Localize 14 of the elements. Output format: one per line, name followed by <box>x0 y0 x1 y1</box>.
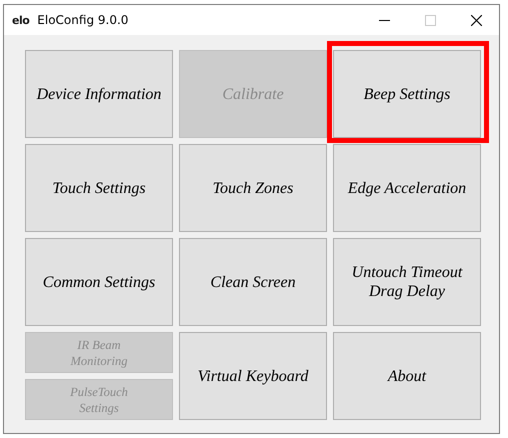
menu-button[interactable]: Virtual Keyboard <box>179 332 327 420</box>
menu-button[interactable]: Edge Acceleration <box>333 144 481 232</box>
window-title: EloConfig 9.0.0 <box>37 13 130 27</box>
menu-button[interactable]: Clean Screen <box>179 238 327 326</box>
maximize-icon <box>424 14 436 26</box>
menu-button[interactable]: Beep Settings <box>333 50 481 138</box>
menu-button[interactable]: Untouch Timeout Drag Delay <box>333 238 481 326</box>
menu-button[interactable]: Common Settings <box>25 238 173 326</box>
close-icon <box>470 14 482 26</box>
menu-button[interactable]: Device Information <box>25 50 173 138</box>
app-logo: elo <box>12 14 30 26</box>
menu-button[interactable]: Touch Zones <box>179 144 327 232</box>
menu-button[interactable]: Touch Settings <box>25 144 173 232</box>
menu-button[interactable]: About <box>333 332 481 420</box>
